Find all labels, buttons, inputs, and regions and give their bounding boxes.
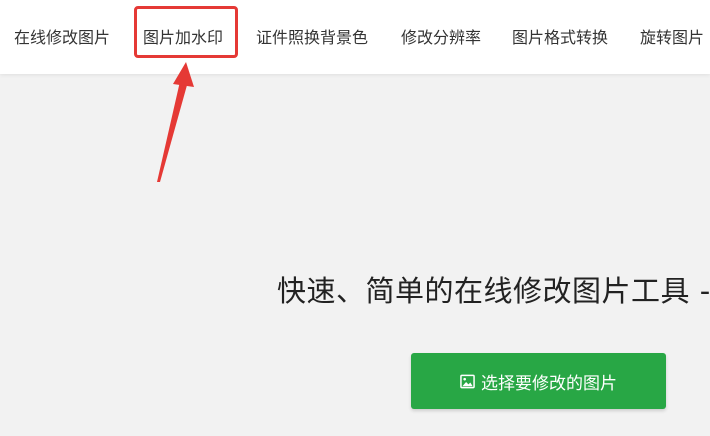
hero-tagline: 快速、简单的在线修改图片工具 - (277, 274, 710, 308)
nav-item-resolution[interactable]: 修改分辨率 (401, 24, 481, 52)
select-image-button-label: 选择要修改的图片 (481, 373, 617, 394)
nav-item-id-photo-background[interactable]: 证件照换背景色 (256, 24, 368, 52)
nav-item-format-convert[interactable]: 图片格式转换 (512, 24, 608, 52)
nav-item-rotate[interactable]: 旋转图片 (640, 24, 704, 52)
select-image-button[interactable]: 选择要修改的图片 (411, 353, 666, 409)
page: 在线修改图片 图片加水印 证件照换背景色 修改分辨率 图片格式转换 旋转图片 快… (0, 0, 710, 436)
top-navbar: 在线修改图片 图片加水印 证件照换背景色 修改分辨率 图片格式转换 旋转图片 (0, 0, 710, 74)
image-icon (460, 374, 475, 388)
nav-item-online-edit[interactable]: 在线修改图片 (14, 24, 110, 52)
highlight-annotation-box (134, 6, 238, 58)
